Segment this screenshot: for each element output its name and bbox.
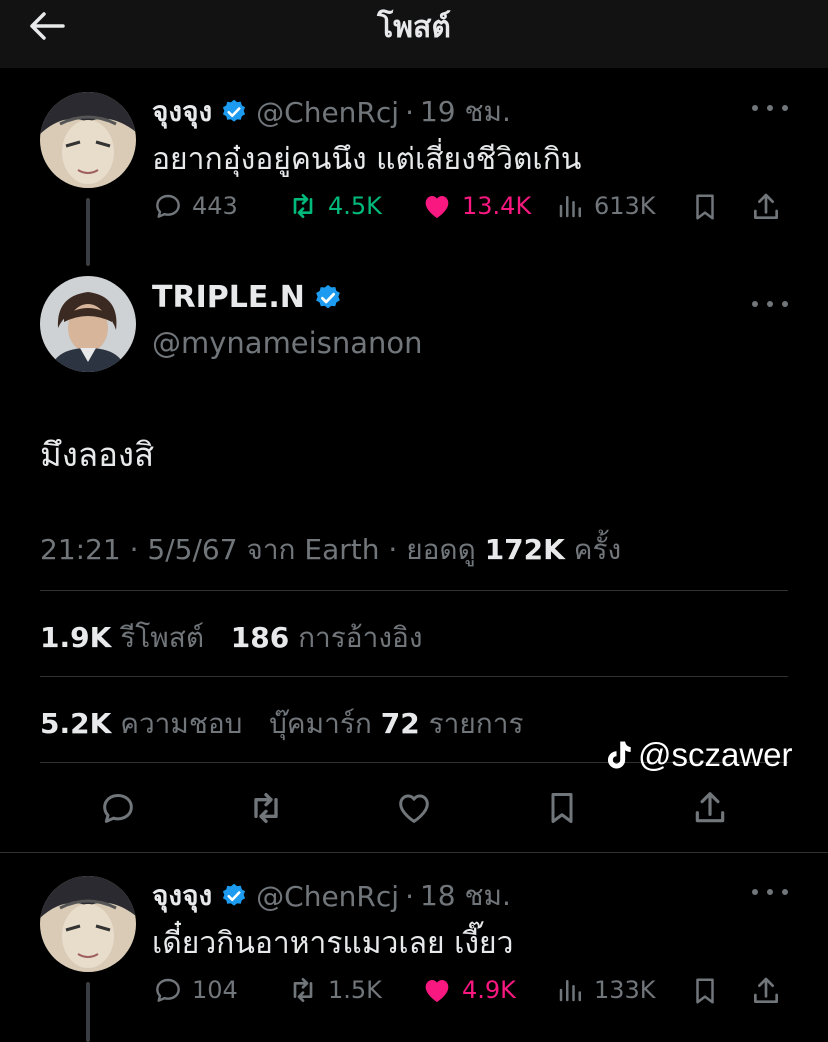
bookmark-icon[interactable] xyxy=(690,190,720,224)
repost-icon[interactable] xyxy=(244,786,288,830)
views-count: 613K xyxy=(594,192,656,220)
like-count: 13.4K xyxy=(462,192,532,220)
watermark: @sczawer xyxy=(604,736,793,774)
avatar[interactable] xyxy=(40,92,136,188)
separator-dot: · xyxy=(405,95,414,129)
bookmarks-label: บุ๊คมาร์ก xyxy=(269,707,372,740)
bookmarks-suffix: รายการ xyxy=(428,707,524,740)
author-name[interactable]: จุงจุง xyxy=(152,874,212,918)
like-bookmark-stats: 5.2K ความชอบ บุ๊คมาร์ก 72 รายการ xyxy=(40,702,524,746)
bookmarks-stat[interactable]: บุ๊คมาร์ก 72 รายการ xyxy=(269,707,523,740)
repost-button[interactable]: 1.5K xyxy=(286,974,382,1006)
watermark-text: @sczawer xyxy=(638,736,793,773)
avatar[interactable] xyxy=(40,276,136,372)
share-icon[interactable] xyxy=(750,974,782,1008)
divider xyxy=(0,852,828,853)
likes-label: ความชอบ xyxy=(120,707,243,740)
repost-count: 1.5K xyxy=(328,976,382,1004)
author-name[interactable]: จุงจุง xyxy=(152,90,212,134)
verified-badge-icon xyxy=(313,283,343,313)
post-timestamp[interactable]: 21:21 · 5/5/67 จาก Earth · ยอดดู xyxy=(40,533,476,566)
page-title: โพสต์ xyxy=(377,10,451,45)
author-handle[interactable]: @mynameisnanon xyxy=(152,326,422,360)
repost-count: 4.5K xyxy=(328,192,382,220)
verified-badge-icon xyxy=(220,98,248,126)
separator-dot: · xyxy=(405,879,414,913)
verified-badge-icon xyxy=(220,882,248,910)
tweet-text: อยากอุ๋งอยู่คนนึง แต่เสี่ยงชีวิตเกิน xyxy=(152,142,582,177)
tweet-header: จุงจุง @ChenRcj · 18 ชม. xyxy=(152,874,511,918)
heart-icon[interactable] xyxy=(392,786,436,830)
repost-quote-stats: 1.9K รีโพสต์ 186 การอ้างอิง xyxy=(40,616,423,660)
tweet-header: จุงจุง @ChenRcj · 19 ชม. xyxy=(152,90,511,134)
reply-icon xyxy=(156,194,180,218)
divider xyxy=(40,676,788,677)
like-button[interactable]: 4.9K xyxy=(420,974,516,1006)
post-text: มึงลองสิ xyxy=(40,435,155,474)
top-bar: โพสต์ xyxy=(0,0,828,68)
like-button[interactable]: 13.4K xyxy=(420,190,531,222)
reply-icon[interactable] xyxy=(96,786,140,830)
more-options-icon[interactable] xyxy=(752,294,788,314)
reply-button[interactable]: 104 xyxy=(152,974,238,1006)
quotes-stat[interactable]: 186 การอ้างอิง xyxy=(231,621,423,654)
likes-stat[interactable]: 5.2K ความชอบ xyxy=(40,707,242,740)
repost-icon xyxy=(293,194,313,218)
quotes-count: 186 xyxy=(230,621,290,654)
divider xyxy=(40,590,788,591)
bookmark-icon[interactable] xyxy=(690,974,720,1008)
reposts-count: 1.9K xyxy=(40,621,112,654)
tweet-text: เดี๋ยวกินอาหารแมวเลย เงี๊ยว xyxy=(152,926,514,961)
author-name[interactable]: TRIPLE.N xyxy=(152,280,305,315)
views-button[interactable]: 613K xyxy=(556,190,656,222)
reposts-stat[interactable]: 1.9K รีโพสต์ xyxy=(40,621,204,654)
post-meta: 21:21 · 5/5/67 จาก Earth · ยอดดู 172K คร… xyxy=(40,528,621,572)
tweet-time[interactable]: 19 ชม. xyxy=(420,90,511,134)
bookmarks-count: 72 xyxy=(380,707,420,740)
views-count: 133K xyxy=(594,976,656,1004)
heart-filled-icon xyxy=(425,980,449,1002)
avatar[interactable] xyxy=(40,876,136,972)
like-count: 4.9K xyxy=(462,976,516,1004)
more-options-icon[interactable] xyxy=(752,882,788,902)
tweet-time[interactable]: 18 ชม. xyxy=(420,874,511,918)
thread-line xyxy=(86,198,90,266)
author-handle[interactable]: @ChenRcj xyxy=(256,96,399,129)
tiktok-logo-icon xyxy=(607,741,631,769)
thread-line xyxy=(86,982,90,1042)
repost-button[interactable]: 4.5K xyxy=(286,190,382,222)
reply-count: 104 xyxy=(192,976,238,1004)
view-suffix: ครั้ง xyxy=(573,533,622,566)
views-button[interactable]: 133K xyxy=(556,974,656,1006)
likes-count: 5.2K xyxy=(40,707,112,740)
views-icon xyxy=(559,980,581,1002)
reply-count: 443 xyxy=(192,192,238,220)
quotes-label: การอ้างอิง xyxy=(298,621,423,654)
heart-filled-icon xyxy=(425,196,449,218)
reply-button[interactable]: 443 xyxy=(152,190,238,222)
views-icon xyxy=(559,196,581,218)
reposts-label: รีโพสต์ xyxy=(120,621,205,654)
share-icon[interactable] xyxy=(688,786,732,830)
share-icon[interactable] xyxy=(750,190,782,224)
more-options-icon[interactable] xyxy=(752,98,788,118)
author-name-row: TRIPLE.N xyxy=(152,280,351,315)
repost-icon xyxy=(293,978,313,1002)
view-count: 172K xyxy=(484,533,565,566)
reply-icon xyxy=(156,978,180,1002)
bookmark-icon[interactable] xyxy=(540,786,584,830)
author-handle[interactable]: @ChenRcj xyxy=(256,880,399,913)
